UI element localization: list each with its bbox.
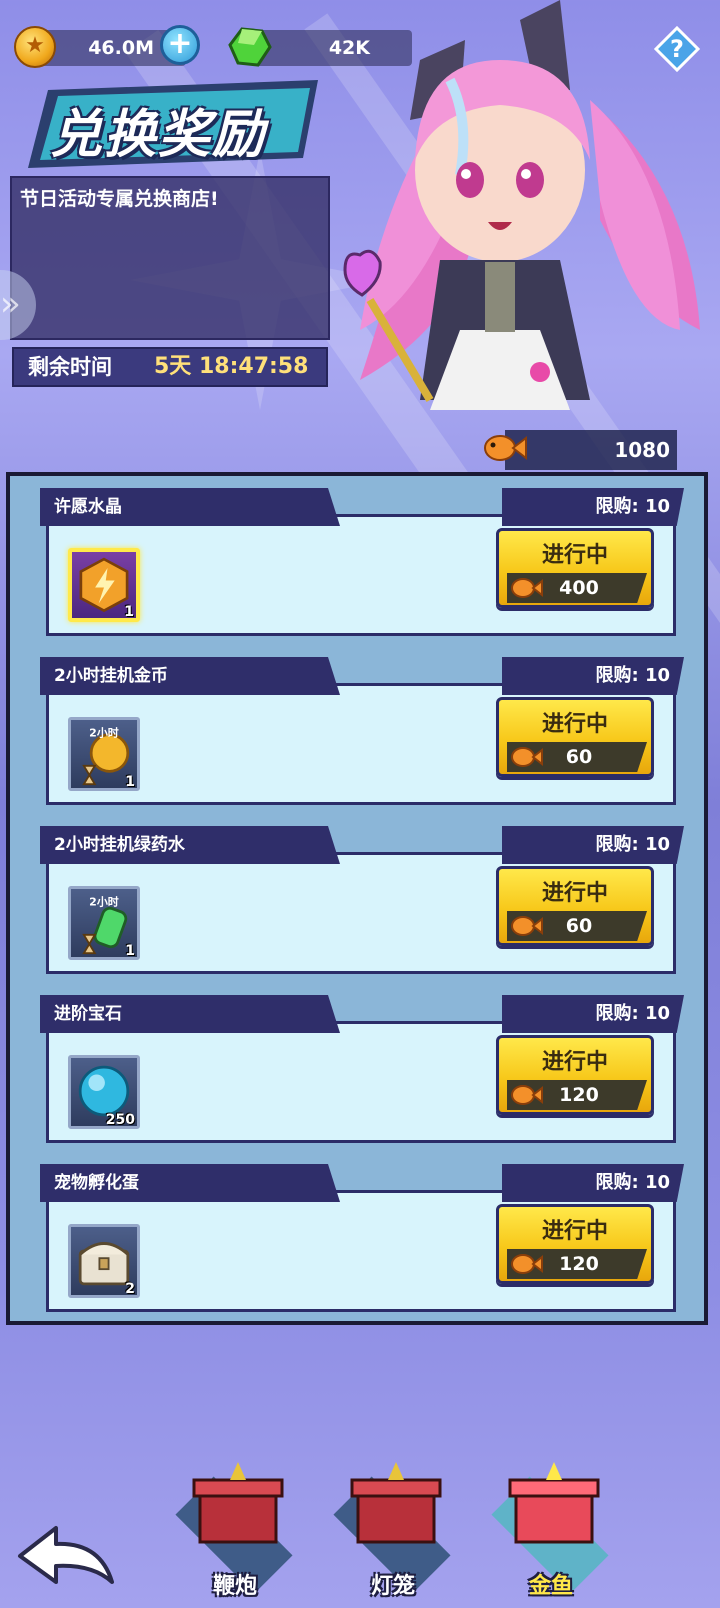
shop-item: 2小时挂机绿药水 限购: 10 2小时 1 进行中 60	[40, 826, 684, 976]
exchange-button[interactable]: 进行中 120	[496, 1204, 654, 1284]
item-quantity: 1	[125, 774, 135, 790]
shop-list[interactable]: 许愿水晶 限购: 10 1 进行中 400 2小时挂机金币 限购: 10 2小时…	[6, 472, 708, 1325]
item-quantity: 1	[125, 943, 135, 959]
purchase-limit: 限购: 10	[595, 1172, 670, 1193]
item-quantity: 250	[105, 1112, 135, 1128]
tab-label: 金鱼	[528, 1574, 573, 1599]
price-value: 60	[565, 746, 593, 768]
exchange-button[interactable]: 进行中 60	[496, 697, 654, 777]
price-value: 400	[559, 577, 599, 599]
tab-firecracker[interactable]: 鞭炮	[160, 1420, 310, 1608]
purchase-limit: 限购: 10	[595, 1003, 670, 1024]
gift-box-icon	[192, 1462, 284, 1544]
description-text: 节日活动专属兑换商店!	[20, 188, 219, 210]
item-name: 宠物孵化蛋	[54, 1173, 139, 1193]
item-name: 2小时挂机绿药水	[54, 835, 185, 855]
item-icon-slot[interactable]: 2	[68, 1224, 140, 1298]
gift-box-icon	[508, 1462, 600, 1544]
character-illustration	[343, 0, 700, 410]
purchase-limit: 限购: 10	[595, 834, 670, 855]
green-gem-icon	[228, 27, 272, 67]
tab-label: 灯笼	[370, 1574, 415, 1599]
exchange-status: 进行中	[541, 881, 608, 906]
goldfish-icon	[511, 916, 543, 936]
item-quantity: 2	[125, 1281, 135, 1297]
goldfish-icon	[484, 435, 527, 461]
goldfish-icon	[511, 1085, 543, 1105]
price-value: 60	[565, 915, 593, 937]
item-icon-slot[interactable]: 1	[68, 548, 140, 622]
item-icon-slot[interactable]: 2小时 1	[68, 717, 140, 791]
exchange-button[interactable]: 进行中 60	[496, 866, 654, 946]
exchange-status: 进行中	[541, 1219, 608, 1244]
goldfish-icon	[511, 578, 543, 598]
shop-item: 进阶宝石 限购: 10 250 进行中 120	[40, 995, 684, 1145]
exchange-status: 进行中	[541, 1050, 608, 1075]
exchange-button[interactable]: 进行中 120	[496, 1035, 654, 1115]
shop-item: 2小时挂机金币 限购: 10 2小时 1 进行中 60	[40, 657, 684, 807]
fish-value: 1080	[614, 438, 670, 462]
goldfish-icon	[511, 1254, 543, 1274]
exchange-button[interactable]: 进行中 400	[496, 528, 654, 608]
shop-item: 宠物孵化蛋 限购: 10 2 进行中 120	[40, 1164, 684, 1314]
purchase-limit: 限购: 10	[595, 496, 670, 517]
item-name: 进阶宝石	[54, 1004, 122, 1024]
exchange-status: 进行中	[541, 712, 608, 737]
item-icon-slot[interactable]: 2小时 1	[68, 886, 140, 960]
exchange-status: 进行中	[541, 543, 608, 568]
shop-item: 许愿水晶 限购: 10 1 进行中 400	[40, 488, 684, 638]
item-name: 2小时挂机金币	[54, 666, 168, 686]
tab-lantern[interactable]: 灯笼	[318, 1420, 468, 1608]
tab-label: 鞭炮	[212, 1574, 257, 1599]
item-icon-slot[interactable]: 250	[68, 1055, 140, 1129]
price-value: 120	[559, 1253, 599, 1275]
item-name: 许愿水晶	[54, 497, 122, 517]
back-arrow-icon[interactable]	[14, 1520, 118, 1590]
page-title: 兑换奖励	[50, 105, 267, 165]
timer-label: 剩余时间	[28, 355, 112, 379]
purchase-limit: 限购: 10	[595, 665, 670, 686]
timer-value: 5天 18:47:58	[154, 354, 309, 379]
item-badge: 2小时	[89, 895, 119, 909]
gift-box-icon	[350, 1462, 442, 1544]
item-badge: 2小时	[89, 726, 119, 740]
add-coins-button[interactable]: +	[160, 25, 200, 65]
price-value: 120	[559, 1084, 599, 1106]
tab-goldfish[interactable]: 金鱼	[476, 1420, 626, 1608]
item-quantity: 1	[124, 604, 134, 620]
coin-icon	[14, 26, 56, 68]
goldfish-icon	[511, 747, 543, 767]
